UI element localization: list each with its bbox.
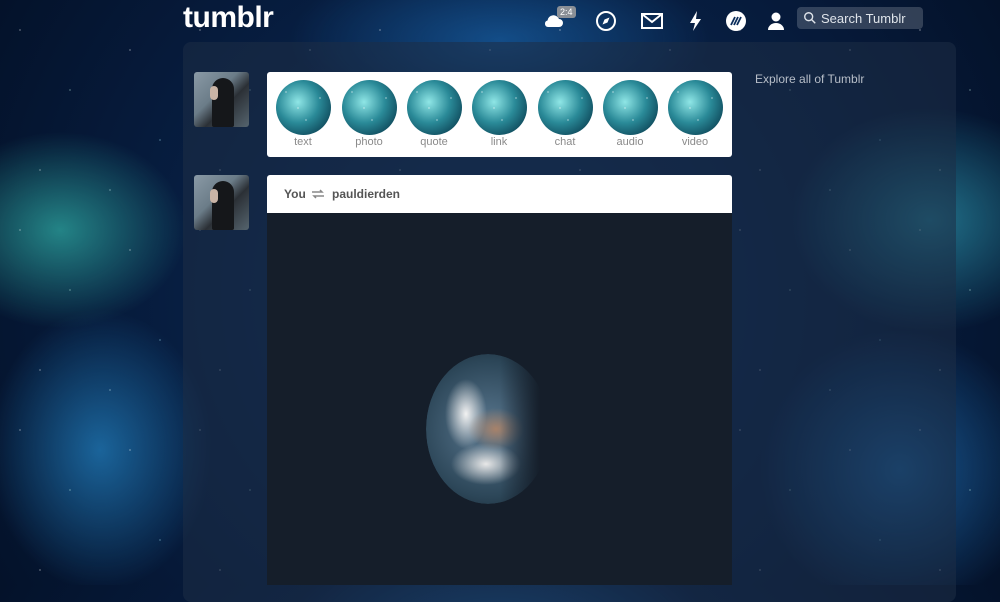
avatar[interactable] — [194, 72, 249, 127]
post-type-picker: text photo quote link chat audio video — [267, 72, 732, 157]
post-type-photo[interactable]: photo — [341, 80, 397, 148]
post-type-link[interactable]: link — [471, 80, 527, 148]
reblogged-from-blog[interactable]: pauldierden — [332, 187, 400, 201]
patio-icon[interactable] — [724, 9, 748, 33]
post-type-video[interactable]: video — [667, 80, 723, 148]
post-header: You pauldierden — [267, 175, 732, 213]
text-post-icon — [275, 80, 331, 135]
top-navigation-bar: tumblr 2:4 — [0, 0, 1000, 42]
post-type-quote[interactable]: quote — [406, 80, 462, 148]
inbox-mail-icon[interactable] — [640, 9, 664, 33]
account-person-icon[interactable] — [764, 9, 788, 33]
chat-post-icon — [537, 80, 593, 135]
search-box[interactable] — [797, 7, 923, 29]
post-author[interactable]: You — [284, 187, 306, 201]
post-type-text[interactable]: text — [275, 80, 331, 148]
notification-badge: 2:4 — [557, 6, 576, 18]
quote-post-icon — [406, 80, 462, 135]
audio-post-icon — [602, 80, 658, 135]
reblog-icon — [312, 189, 324, 199]
post-avatar[interactable] — [194, 175, 249, 230]
search-icon — [804, 12, 816, 24]
activity-lightning-icon[interactable] — [684, 9, 708, 33]
post-type-chat[interactable]: chat — [537, 80, 593, 148]
post-photo[interactable] — [267, 213, 732, 585]
explore-all-link[interactable]: Explore all of Tumblr — [755, 72, 864, 86]
link-post-icon — [471, 80, 527, 135]
photo-post-icon — [341, 80, 397, 135]
explore-compass-icon[interactable] — [594, 9, 618, 33]
video-post-icon — [667, 80, 723, 135]
search-input[interactable] — [821, 9, 919, 27]
post-type-audio[interactable]: audio — [602, 80, 658, 148]
tumblr-logo[interactable]: tumblr — [183, 0, 274, 36]
